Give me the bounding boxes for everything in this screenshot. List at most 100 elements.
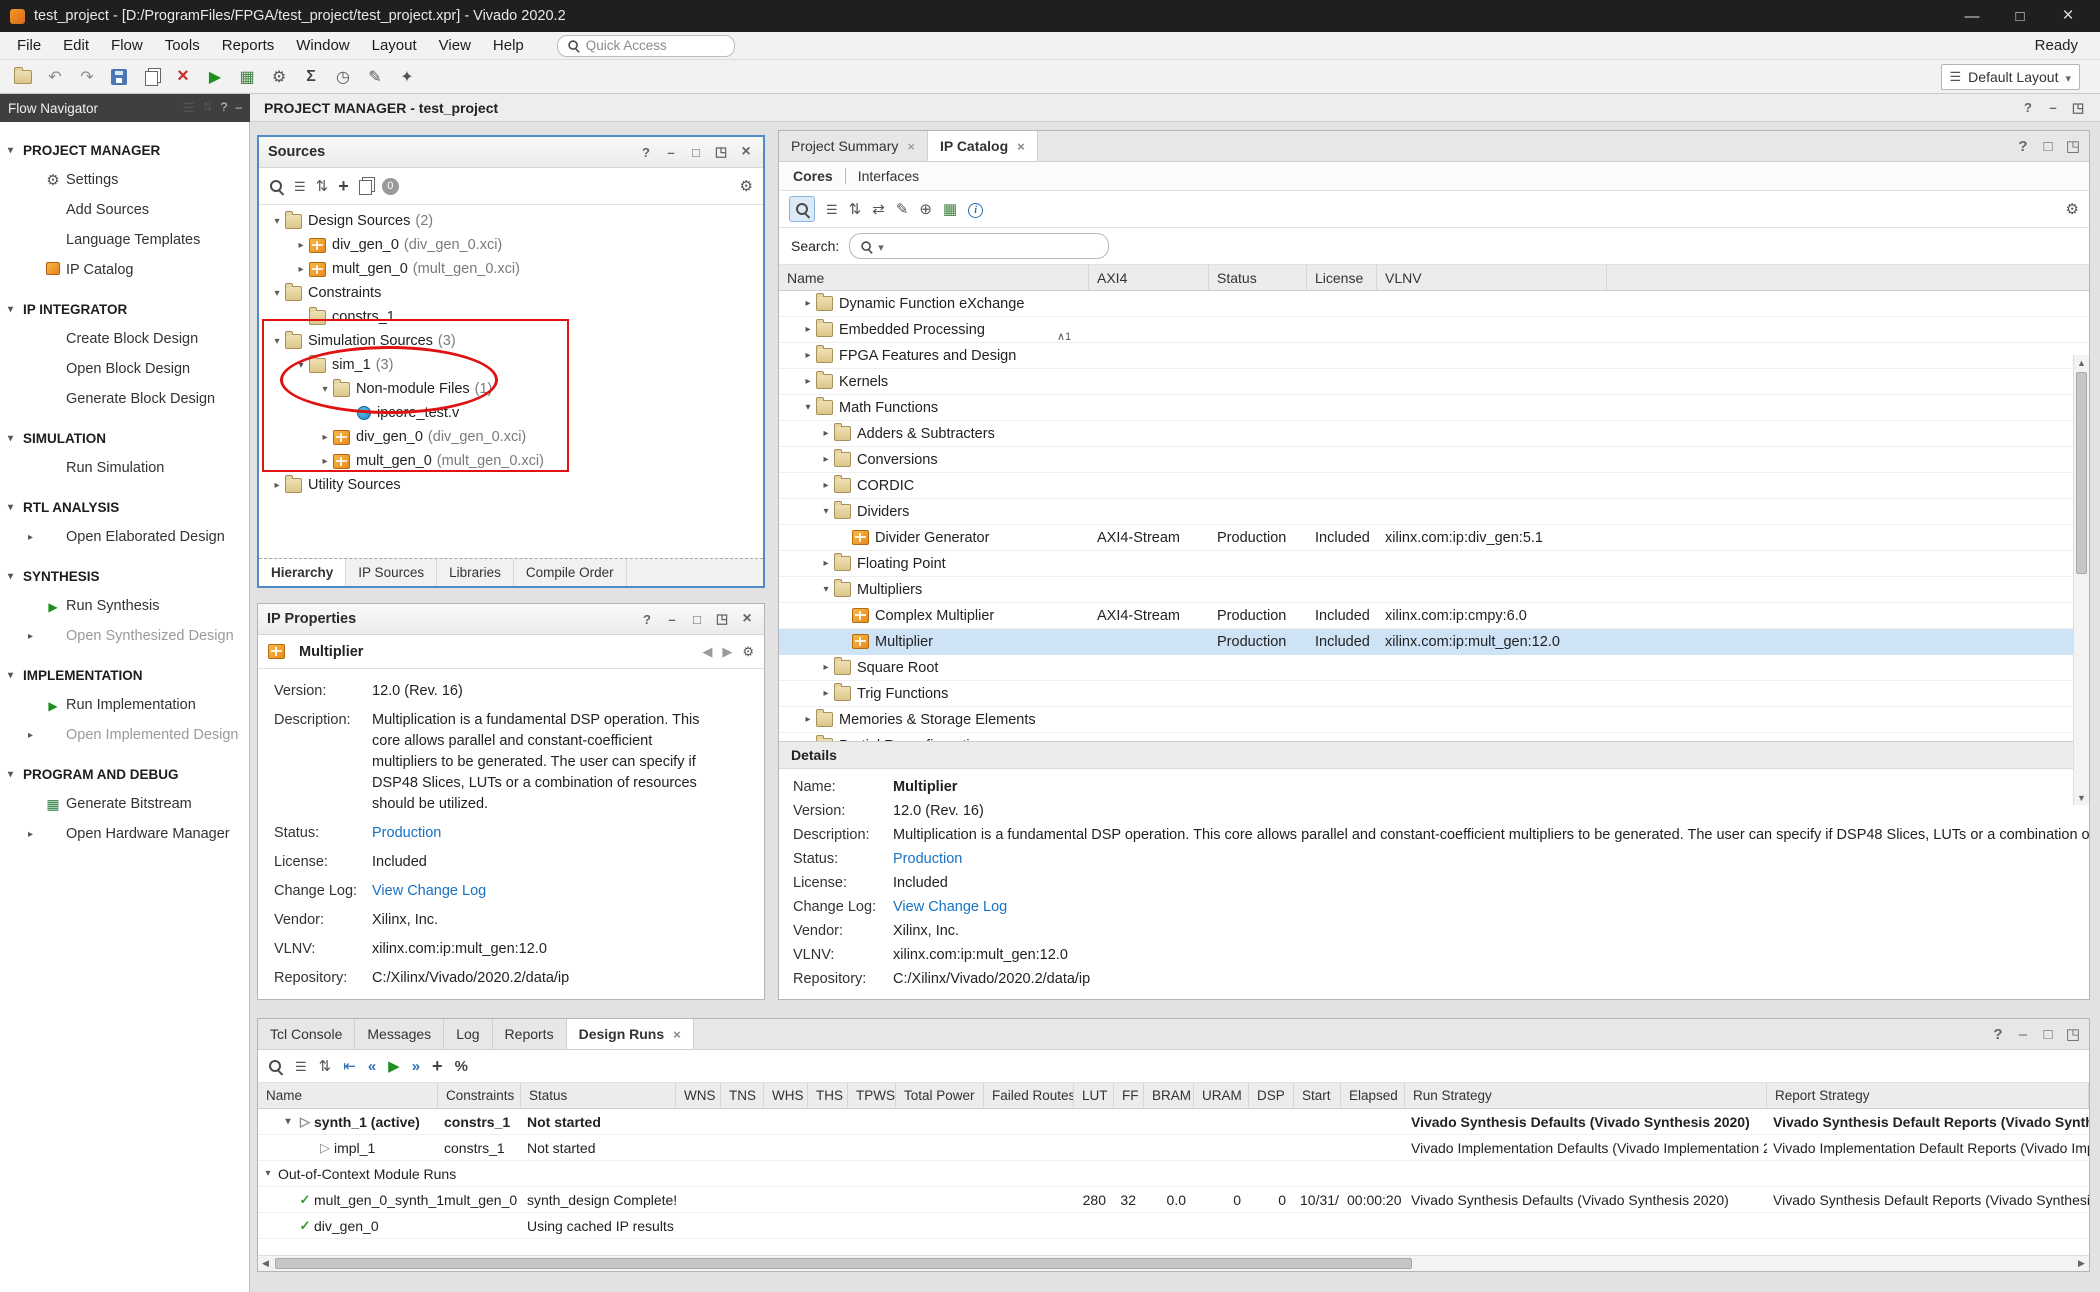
bottom-tab[interactable]: Tcl Console (258, 1019, 355, 1049)
float-icon[interactable] (688, 144, 704, 160)
flow-nav-entry[interactable]: ▾ SIMULATION (0, 423, 249, 453)
column-header[interactable]: Elapsed (1341, 1083, 1405, 1108)
minimize-icon[interactable] (663, 144, 679, 160)
column-header[interactable]: Start (1294, 1083, 1341, 1108)
table-row[interactable]: ▸ Partial Reconfiguration (779, 733, 2089, 741)
quick-access-search[interactable]: Quick Access (557, 35, 735, 57)
column-header[interactable]: VLNV (1377, 265, 1607, 290)
horizontal-scrollbar[interactable]: ◀ ▶ (258, 1255, 2089, 1271)
undo-icon[interactable] (40, 64, 70, 90)
vertical-scrollbar[interactable]: ▲ ▼ (2073, 355, 2089, 805)
add-sources-icon[interactable] (338, 176, 349, 197)
flow-nav-entry[interactable]: ▾ RTL ANALYSIS (0, 492, 249, 522)
help-icon[interactable] (2020, 100, 2036, 116)
close-icon[interactable] (907, 139, 915, 154)
tree-row[interactable]: ▾ Constraints (259, 281, 763, 305)
menu-item[interactable]: Flow (100, 32, 154, 59)
expander-icon[interactable]: ▾ (269, 336, 285, 347)
scroll-up-icon[interactable]: ▲ (2074, 355, 2089, 370)
expander-icon[interactable]: ▾ (800, 402, 816, 413)
tree-row[interactable]: ▸ div_gen_0 (div_gen_0.xci) (259, 233, 763, 257)
help-icon[interactable] (639, 611, 655, 627)
column-header[interactable]: Status (1209, 265, 1307, 290)
window-close-icon[interactable] (2046, 3, 2090, 29)
table-row[interactable]: ▸ Square Root (779, 655, 2089, 681)
redo-icon[interactable] (72, 64, 102, 90)
expander-icon[interactable]: ▸ (317, 456, 333, 467)
search-icon[interactable] (789, 196, 815, 222)
column-header[interactable]: LUT (1074, 1083, 1114, 1108)
float-icon[interactable] (2040, 138, 2056, 154)
back-icon[interactable]: ◀ (702, 644, 712, 660)
tree-row[interactable]: ▾ Design Sources (2) (259, 209, 763, 233)
flow-nav-entry[interactable]: ▾ IMPLEMENTATION (0, 660, 249, 690)
flow-nav-entry[interactable]: ▸ Open Synthesized Design (0, 621, 249, 651)
expander-icon[interactable]: ▸ (800, 324, 816, 335)
tree-row[interactable]: ▾ sim_1 (3) (259, 353, 763, 377)
column-header[interactable]: License (1307, 265, 1377, 290)
column-header[interactable]: THS (808, 1083, 848, 1108)
table-row[interactable]: ▸ Embedded Processing (779, 317, 2089, 343)
table-row[interactable]: Multiplier Production Included xilinx.co… (779, 629, 2089, 655)
flow-nav-entry[interactable]: Run Simulation (0, 453, 249, 483)
column-header[interactable]: Constraints (438, 1083, 521, 1108)
expander-icon[interactable]: ▸ (818, 480, 834, 491)
expander-icon[interactable]: ▸ (293, 240, 309, 251)
maximize-icon[interactable] (713, 144, 729, 160)
expander-icon[interactable]: ▾ (818, 506, 834, 517)
flow-nav-entry[interactable]: ▾ IP INTEGRATOR (0, 294, 249, 324)
table-row[interactable]: ▾ Math Functions (779, 395, 2089, 421)
expander-icon[interactable]: ▸ (800, 298, 816, 309)
flow-nav-entry[interactable]: Open Block Design (0, 354, 249, 384)
expander-icon[interactable]: ▸ (800, 376, 816, 387)
maximize-icon[interactable] (2070, 100, 2086, 116)
flow-nav-entry[interactable]: ▸ Open Hardware Manager (0, 819, 249, 849)
grid-view-icon[interactable] (943, 200, 957, 218)
sum-icon[interactable] (296, 64, 326, 90)
column-header[interactable]: WNS (676, 1083, 721, 1108)
column-header[interactable]: BRAM (1144, 1083, 1194, 1108)
scroll-left-icon[interactable]: ◀ (258, 1256, 273, 1271)
menu-item[interactable]: Layout (361, 32, 428, 59)
reset-runs-icon[interactable] (343, 1057, 356, 1075)
settings-icon[interactable] (264, 64, 294, 90)
gear-icon[interactable] (742, 644, 754, 660)
table-row[interactable]: ▾ Multipliers (779, 577, 2089, 603)
file-icon[interactable] (359, 180, 372, 195)
search-icon[interactable] (269, 179, 284, 194)
table-row[interactable]: ▸ CORDIC (779, 473, 2089, 499)
table-row[interactable]: ▸ FPGA Features and Design (779, 343, 2089, 369)
flow-nav-entry[interactable]: Settings (0, 165, 249, 195)
tree-row[interactable]: ▸ div_gen_0 (div_gen_0.xci) (259, 425, 763, 449)
scrollbar-thumb[interactable] (275, 1258, 1412, 1269)
gear-icon[interactable] (740, 177, 753, 195)
flow-nav-entry[interactable]: Generate Bitstream (0, 789, 249, 819)
table-row[interactable]: ▾ Out-of-Context Module Runs (258, 1161, 2089, 1187)
window-minimize-icon[interactable] (1950, 3, 1994, 29)
table-row[interactable]: Divider Generator AXI4-Stream Production… (779, 525, 2089, 551)
catalog-subtab[interactable]: Cores (793, 168, 845, 184)
expander-icon[interactable]: ▾ (269, 288, 285, 299)
expander-icon[interactable]: ▸ (818, 454, 834, 465)
minimize-icon[interactable] (664, 611, 680, 627)
create-run-icon[interactable] (432, 1056, 443, 1077)
column-header[interactable]: Name (779, 265, 1089, 290)
menu-item[interactable]: Window (285, 32, 360, 59)
maximize-icon[interactable] (714, 611, 730, 627)
column-header[interactable]: Report Strategy (1767, 1083, 2089, 1108)
flow-nav-entry[interactable]: ▸ Open Implemented Design (0, 720, 249, 750)
expander-icon[interactable]: ▸ (818, 688, 834, 699)
flow-nav-entry[interactable]: Create Block Design (0, 324, 249, 354)
column-header[interactable]: Failed Routes (984, 1083, 1074, 1108)
expander-icon[interactable]: ▸ (800, 740, 816, 741)
table-row[interactable]: impl_1 constrs_1 Not started (258, 1135, 2089, 1161)
gear-icon[interactable] (2066, 200, 2079, 218)
sources-view-tab[interactable]: Hierarchy (259, 559, 346, 586)
open-project-icon[interactable] (8, 64, 38, 90)
reports-icon[interactable] (232, 64, 262, 90)
tree-row[interactable]: ▸ mult_gen_0 (mult_gen_0.xci) (259, 449, 763, 473)
expander-icon[interactable]: ▸ (269, 480, 285, 491)
table-row[interactable]: ▾ Dividers (779, 499, 2089, 525)
float-icon[interactable] (2040, 1026, 2056, 1042)
column-header[interactable]: Total Power (896, 1083, 984, 1108)
